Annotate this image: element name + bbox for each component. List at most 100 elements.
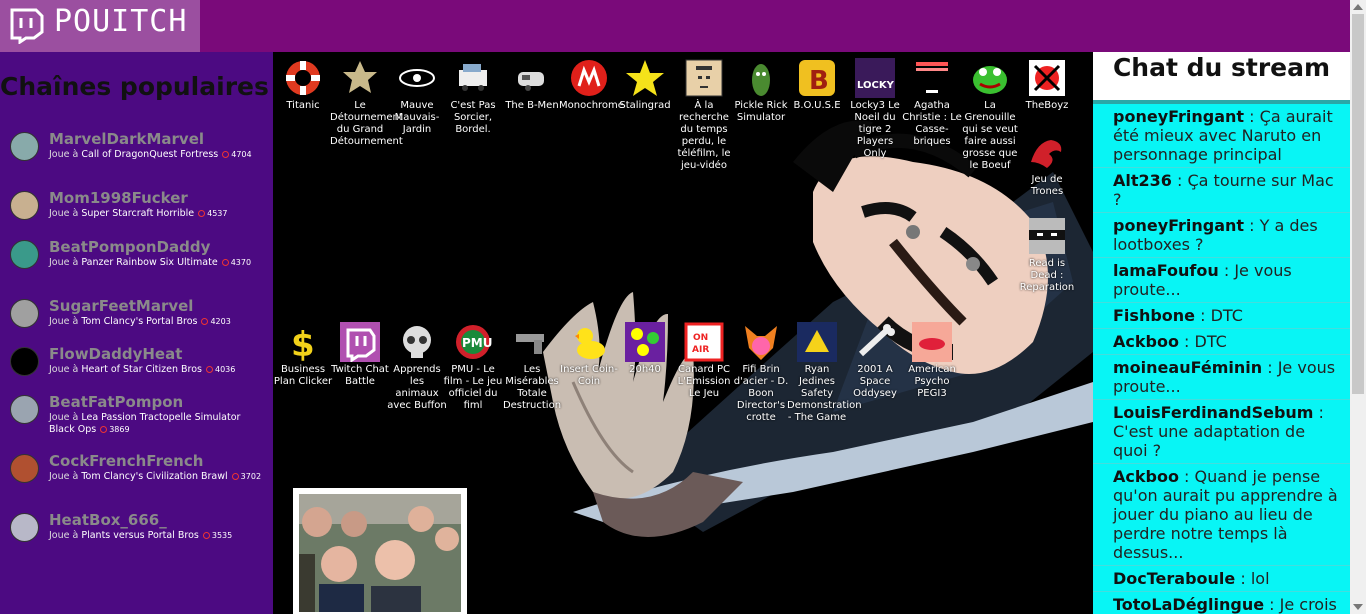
desktop-icon-label[interactable]: Titanic	[273, 100, 333, 112]
channel-item[interactable]: CockFrenchFrench Joue à Tom Clancy's Civi…	[10, 452, 270, 502]
chat-messages[interactable]: poneyFringant : Ça aurait été mieux avec…	[1093, 104, 1350, 614]
desktop-icon-label[interactable]: Monochrome	[559, 100, 624, 112]
channel-name[interactable]: FlowDaddyHeat	[49, 345, 182, 363]
breakout-icon[interactable]	[912, 58, 952, 98]
desktop-icon-label[interactable]: 20h40	[615, 364, 675, 376]
desktop-icon[interactable]: Twitch Chat Battle	[330, 316, 390, 388]
desktop-icon-label[interactable]: The B-Men	[502, 100, 562, 112]
channel-name[interactable]: BeatFatPompon	[49, 393, 183, 411]
desktop-icon[interactable]: Fifi Brin d'acier - D. Boon Director's c…	[731, 316, 791, 424]
desktop-icon-label[interactable]: Mauve Mauvais-Jardin	[387, 100, 447, 136]
channel-name[interactable]: Mom1998Fucker	[49, 189, 188, 207]
desktop-icon-label[interactable]: Pickle Rick Simulator	[731, 100, 791, 124]
desktop-icon[interactable]: À la recherche du temps perdu, le téléfi…	[674, 52, 734, 172]
cube-icon[interactable]	[1027, 58, 1067, 98]
desktop-icon-label[interactable]: TheBoyz	[1017, 100, 1077, 112]
desktop-icon-label[interactable]: Agatha Christie : Le Casse-briques	[902, 100, 962, 148]
channel-name[interactable]: SugarFeetMarvel	[49, 297, 193, 315]
truck-icon[interactable]	[453, 58, 493, 98]
fox-icon[interactable]	[741, 322, 781, 362]
star-icon[interactable]	[625, 58, 665, 98]
lifebuoy-icon[interactable]	[283, 58, 323, 98]
channel-avatar[interactable]	[10, 191, 39, 220]
desktop-icon[interactable]: The B-Men	[502, 52, 562, 112]
b-logo-icon[interactable]: B	[797, 58, 837, 98]
desktop-icon-label[interactable]: C'est Pas Sorcier, Bordel.	[443, 100, 503, 136]
desktop-icon[interactable]: 2001 A Space Oddysey	[845, 316, 905, 400]
channel-avatar[interactable]	[10, 132, 39, 161]
desktop-icon[interactable]: Agatha Christie : Le Casse-briques	[902, 52, 962, 148]
duck-icon[interactable]	[569, 322, 609, 362]
channel-name[interactable]: BeatPomponDaddy	[49, 238, 210, 256]
desktop-icon[interactable]: PMU PMU - Le film - Le jeu officiel du fi…	[443, 316, 503, 412]
logo[interactable]: POUITCH	[0, 0, 200, 52]
channel-avatar[interactable]	[10, 347, 39, 376]
channel-item[interactable]: FlowDaddyHeat Joue à Heart of Star Citize…	[10, 345, 270, 395]
channel-avatar[interactable]	[10, 240, 39, 269]
desktop-icon-label[interactable]: Insert Coin-Coin	[559, 364, 619, 388]
desktop-icon[interactable]: 20h40	[615, 316, 675, 376]
skull-icon[interactable]	[397, 322, 437, 362]
frog-icon[interactable]	[970, 58, 1010, 98]
pmu-logo-icon[interactable]: PMU	[453, 322, 493, 362]
desktop-icon-label[interactable]: Fifi Brin d'acier - D. Boon Director's c…	[731, 364, 791, 424]
sheriff-badge-icon[interactable]	[340, 58, 380, 98]
twitch-logo-icon[interactable]	[340, 322, 380, 363]
desktop-icon[interactable]: Pickle Rick Simulator	[731, 52, 791, 124]
channel-item[interactable]: BeatPomponDaddy Joue à Panzer Rainbow Six…	[10, 238, 270, 288]
gun-icon[interactable]	[512, 322, 552, 362]
channel-item[interactable]: SugarFeetMarvel Joue à Tom Clancy's Porta…	[10, 297, 270, 347]
chat-username[interactable]: poneyFringant	[1113, 107, 1244, 126]
desktop-icon-label[interactable]: American Psycho PEGI3	[902, 364, 962, 400]
chat-username[interactable]: lamaFoufou	[1113, 261, 1219, 280]
desktop-icon-label[interactable]: Jeu de Trones	[1017, 174, 1077, 198]
desktop-icon[interactable]: TheBoyz	[1017, 52, 1077, 112]
chat-username[interactable]: poneyFringant	[1113, 216, 1244, 235]
channel-item[interactable]: BeatFatPompon Joue à Lea Passion Tractope…	[10, 393, 270, 443]
scrollbar-thumb[interactable]	[1352, 14, 1364, 394]
chat-username[interactable]: Alt236	[1113, 171, 1172, 190]
desktop-icon[interactable]: Les Misérables Totale Destruction	[502, 316, 562, 412]
desktop-icon[interactable]: Jeu de Trones	[1017, 126, 1077, 198]
desktop-icon-label[interactable]: Twitch Chat Battle	[330, 364, 390, 388]
desktop-icon-label[interactable]: B.O.U.S.E	[787, 100, 847, 112]
chat-username[interactable]: LouisFerdinandSebum	[1113, 403, 1313, 422]
scroll-up-arrow-icon[interactable]	[1353, 4, 1363, 10]
desktop-icon[interactable]: Insert Coin-Coin	[559, 316, 619, 388]
emblem-icon[interactable]	[797, 322, 837, 362]
desktop-icon[interactable]: Titanic	[273, 52, 333, 112]
desktop-icon-label[interactable]: 2001 A Space Oddysey	[845, 364, 905, 400]
bone-icon[interactable]	[855, 322, 895, 362]
channel-name[interactable]: MarvelDarkMarvel	[49, 130, 204, 148]
desktop-icon-label[interactable]: PMU - Le film - Le jeu officiel du fiml	[443, 364, 503, 412]
desktop-icon-label[interactable]: La Grenouille qui se veut faire aussi gr…	[960, 100, 1020, 172]
channel-avatar[interactable]	[10, 395, 39, 424]
desktop-icon[interactable]: Read is Dead : Reparation	[1017, 210, 1077, 294]
desktop-icon-label[interactable]: Business Plan Clicker	[273, 364, 333, 388]
desktop-icon-label[interactable]: Stalingrad	[615, 100, 675, 112]
chat-username[interactable]: Ackboo	[1113, 467, 1179, 486]
desktop-icon[interactable]: Apprends les animaux avec Buffon	[387, 316, 447, 412]
desktop-icon[interactable]: Stalingrad	[615, 52, 675, 112]
desktop-icon[interactable]: American Psycho PEGI3	[902, 316, 962, 400]
desktop-icon[interactable]: Ryan Jedines Safety Demonstration - The …	[787, 316, 862, 424]
desktop-icon-label[interactable]: Le Détournement du Grand Détournement	[330, 100, 403, 148]
ninja-icon[interactable]	[1027, 216, 1067, 256]
channel-item[interactable]: Mom1998Fucker Joue à Super Starcraft Horr…	[10, 189, 270, 239]
desktop-icon[interactable]: $ Business Plan Clicker	[273, 316, 333, 388]
desktop-icon[interactable]: B B.O.U.S.E	[787, 52, 847, 112]
channel-avatar[interactable]	[10, 299, 39, 328]
flowers-icon[interactable]	[625, 322, 665, 362]
desktop-icon-label[interactable]: À la recherche du temps perdu, le téléfi…	[674, 100, 734, 172]
dragon-icon[interactable]	[1027, 132, 1067, 172]
chat-username[interactable]: DocTeraboule	[1113, 569, 1235, 588]
channel-item[interactable]: MarvelDarkMarvel Joue à Call of DragonQue…	[10, 130, 270, 180]
desktop-icon[interactable]: Le Détournement du Grand Détournement	[330, 52, 403, 148]
chat-username[interactable]: moineauFéminin	[1113, 358, 1262, 377]
portrait-icon[interactable]	[684, 58, 724, 98]
desktop-icon[interactable]: Mauve Mauvais-Jardin	[387, 52, 447, 136]
desktop-icon-label[interactable]: Ryan Jedines Safety Demonstration - The …	[787, 364, 862, 424]
desktop-icon-label[interactable]: Locky3 Le Noeil du tigre 2 Players Only	[845, 100, 905, 160]
page-scrollbar[interactable]	[1350, 0, 1366, 614]
desktop-icon-label[interactable]: Canard PC L'Emission Le Jeu	[674, 364, 734, 400]
